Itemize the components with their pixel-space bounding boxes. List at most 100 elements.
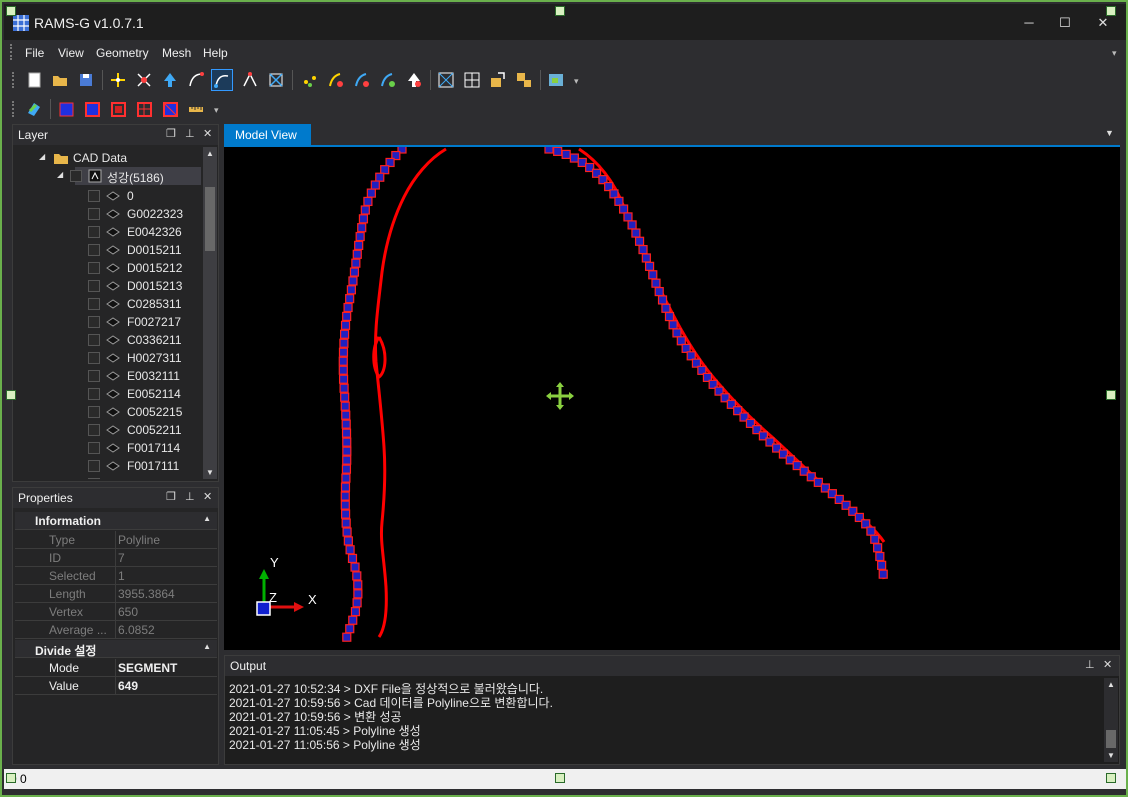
layer-checkbox[interactable] xyxy=(88,208,100,220)
group-expand-arrow-icon[interactable]: ◢ xyxy=(57,170,63,179)
tab-model-view[interactable]: Model View xyxy=(224,124,311,146)
layer-row[interactable]: D0015211 xyxy=(13,241,202,259)
mesh-boundary-icon[interactable] xyxy=(436,70,456,90)
tab-menu-icon[interactable]: ▼ xyxy=(1105,128,1114,138)
resize-handle[interactable] xyxy=(555,773,565,783)
resize-handle[interactable] xyxy=(1106,773,1116,783)
props-pin-icon[interactable]: ⊥ xyxy=(185,490,195,503)
open-folder-icon[interactable] xyxy=(50,70,70,90)
menu-file[interactable]: File xyxy=(25,46,44,60)
menu-help[interactable]: Help xyxy=(203,46,228,60)
output-close-icon[interactable]: ✕ xyxy=(1103,658,1112,671)
panel-close-icon[interactable]: ✕ xyxy=(203,127,212,140)
layer-checkbox[interactable] xyxy=(88,352,100,364)
save-icon[interactable] xyxy=(76,70,96,90)
toolbar-overflow-icon[interactable]: ▾ xyxy=(574,76,579,87)
expand-arrow-icon[interactable]: ◢ xyxy=(39,152,45,161)
layer-row[interactable]: E0052114 xyxy=(13,385,202,403)
add-point-icon[interactable] xyxy=(300,70,320,90)
resize-handle[interactable] xyxy=(6,390,16,400)
polyline-draw-icon[interactable] xyxy=(211,69,233,91)
split-point-icon[interactable] xyxy=(108,70,128,90)
cad-canvas[interactable]: Y Z X xyxy=(224,147,1120,650)
resize-handle[interactable] xyxy=(1106,6,1116,16)
export-mesh-icon[interactable] xyxy=(488,70,508,90)
resize-handle[interactable] xyxy=(6,773,16,783)
select-node-icon[interactable] xyxy=(160,70,180,90)
layer-checkbox[interactable] xyxy=(88,316,100,328)
layer-checkbox[interactable] xyxy=(88,298,100,310)
layer-row[interactable]: C0285311 xyxy=(13,295,202,313)
panel-pin-icon[interactable]: ⊥ xyxy=(185,127,195,140)
layer-checkbox[interactable] xyxy=(88,370,100,382)
toolbar2-grip[interactable] xyxy=(12,101,16,117)
output-panel-header[interactable]: Output ⊥ ✕ xyxy=(225,656,1119,676)
title-bar[interactable]: RAMS-G v1.0.7.1 ─ ☐ ✕ xyxy=(4,4,1126,40)
edit-node-icon[interactable] xyxy=(186,70,206,90)
layer-checkbox[interactable] xyxy=(88,334,100,346)
layer-row[interactable]: D0015213 xyxy=(13,277,202,295)
layer-row[interactable]: D0015212 xyxy=(13,259,202,277)
tree-root-row[interactable]: ◢ CAD Data xyxy=(13,149,202,167)
layer-scrollbar[interactable]: ▲ ▼ xyxy=(203,147,217,479)
output-scroll-thumb[interactable] xyxy=(1106,730,1116,748)
toolbar2-overflow-icon[interactable]: ▾ xyxy=(214,105,219,116)
layer-checkbox[interactable] xyxy=(88,478,100,479)
new-file-icon[interactable] xyxy=(24,70,44,90)
output-pin-icon[interactable]: ⊥ xyxy=(1085,658,1095,671)
layer-row[interactable]: C0052215 xyxy=(13,403,202,421)
layer-row[interactable]: E0042326 xyxy=(13,223,202,241)
prop-group-information[interactable]: Information ▲ xyxy=(15,512,217,530)
layer-checkbox[interactable] xyxy=(88,460,100,472)
menu-view[interactable]: View xyxy=(58,46,84,60)
line-select-icon[interactable] xyxy=(404,70,424,90)
layer-checkbox[interactable] xyxy=(88,388,100,400)
layer-row[interactable]: G0022323 xyxy=(13,205,202,223)
toolbar-grip[interactable] xyxy=(12,72,16,88)
menubar-overflow-icon[interactable]: ▾ xyxy=(1112,48,1117,59)
layer-row[interactable]: 0 xyxy=(13,187,202,205)
output-scrollbar[interactable]: ▲ ▼ xyxy=(1104,678,1118,762)
ruler-icon[interactable] xyxy=(186,99,206,119)
layer-row[interactable]: F0027217 xyxy=(13,313,202,331)
resize-handle[interactable] xyxy=(1106,390,1116,400)
convert-mesh-icon[interactable] xyxy=(514,70,534,90)
layer-checkbox[interactable] xyxy=(88,424,100,436)
props-float-icon[interactable]: ❐ xyxy=(166,490,176,503)
map-view-icon[interactable] xyxy=(546,70,566,90)
collapse-icon[interactable]: ▲ xyxy=(203,514,211,523)
layer-blue-red-icon[interactable] xyxy=(82,99,102,119)
output-scroll-up-icon[interactable]: ▲ xyxy=(1107,680,1115,689)
line-join-icon[interactable] xyxy=(378,70,398,90)
panel-float-icon[interactable]: ❐ xyxy=(166,127,176,140)
earth-icon[interactable] xyxy=(24,99,44,119)
line-edit-icon[interactable] xyxy=(352,70,372,90)
layer-red-grid-icon[interactable] xyxy=(134,99,154,119)
layer-checkbox[interactable] xyxy=(88,226,100,238)
group-checkbox[interactable] xyxy=(70,170,82,182)
menu-mesh[interactable]: Mesh xyxy=(162,46,191,60)
layer-row[interactable]: E0032111 xyxy=(13,367,202,385)
layer-row[interactable]: F0017121 xyxy=(13,475,202,479)
layer-checkbox[interactable] xyxy=(88,244,100,256)
layer-red-icon[interactable] xyxy=(108,99,128,119)
menu-geometry[interactable]: Geometry xyxy=(96,46,149,60)
layer-checkbox[interactable] xyxy=(88,190,100,202)
mesh-grid-icon[interactable] xyxy=(462,70,482,90)
layer-row[interactable]: C0336211 xyxy=(13,331,202,349)
layer-checkbox[interactable] xyxy=(88,280,100,292)
layer-checkbox[interactable] xyxy=(88,442,100,454)
divide-value-field[interactable]: 649 xyxy=(118,679,138,693)
prop-row-value[interactable]: Value 649 xyxy=(15,677,217,695)
properties-panel-header[interactable]: Properties ❐ ⊥ ✕ xyxy=(13,488,218,508)
scroll-down-icon[interactable]: ▼ xyxy=(206,468,214,477)
scroll-up-icon[interactable]: ▲ xyxy=(206,149,214,158)
mode-value[interactable]: SEGMENT xyxy=(118,661,177,675)
layer-red-alt-icon[interactable] xyxy=(160,99,180,119)
layer-row[interactable]: F0017111 xyxy=(13,457,202,475)
layer-blue-icon[interactable] xyxy=(56,99,76,119)
resize-handle[interactable] xyxy=(6,6,16,16)
line-add-icon[interactable] xyxy=(326,70,346,90)
layer-scroll-thumb[interactable] xyxy=(205,187,215,251)
delete-node-icon[interactable] xyxy=(266,70,286,90)
